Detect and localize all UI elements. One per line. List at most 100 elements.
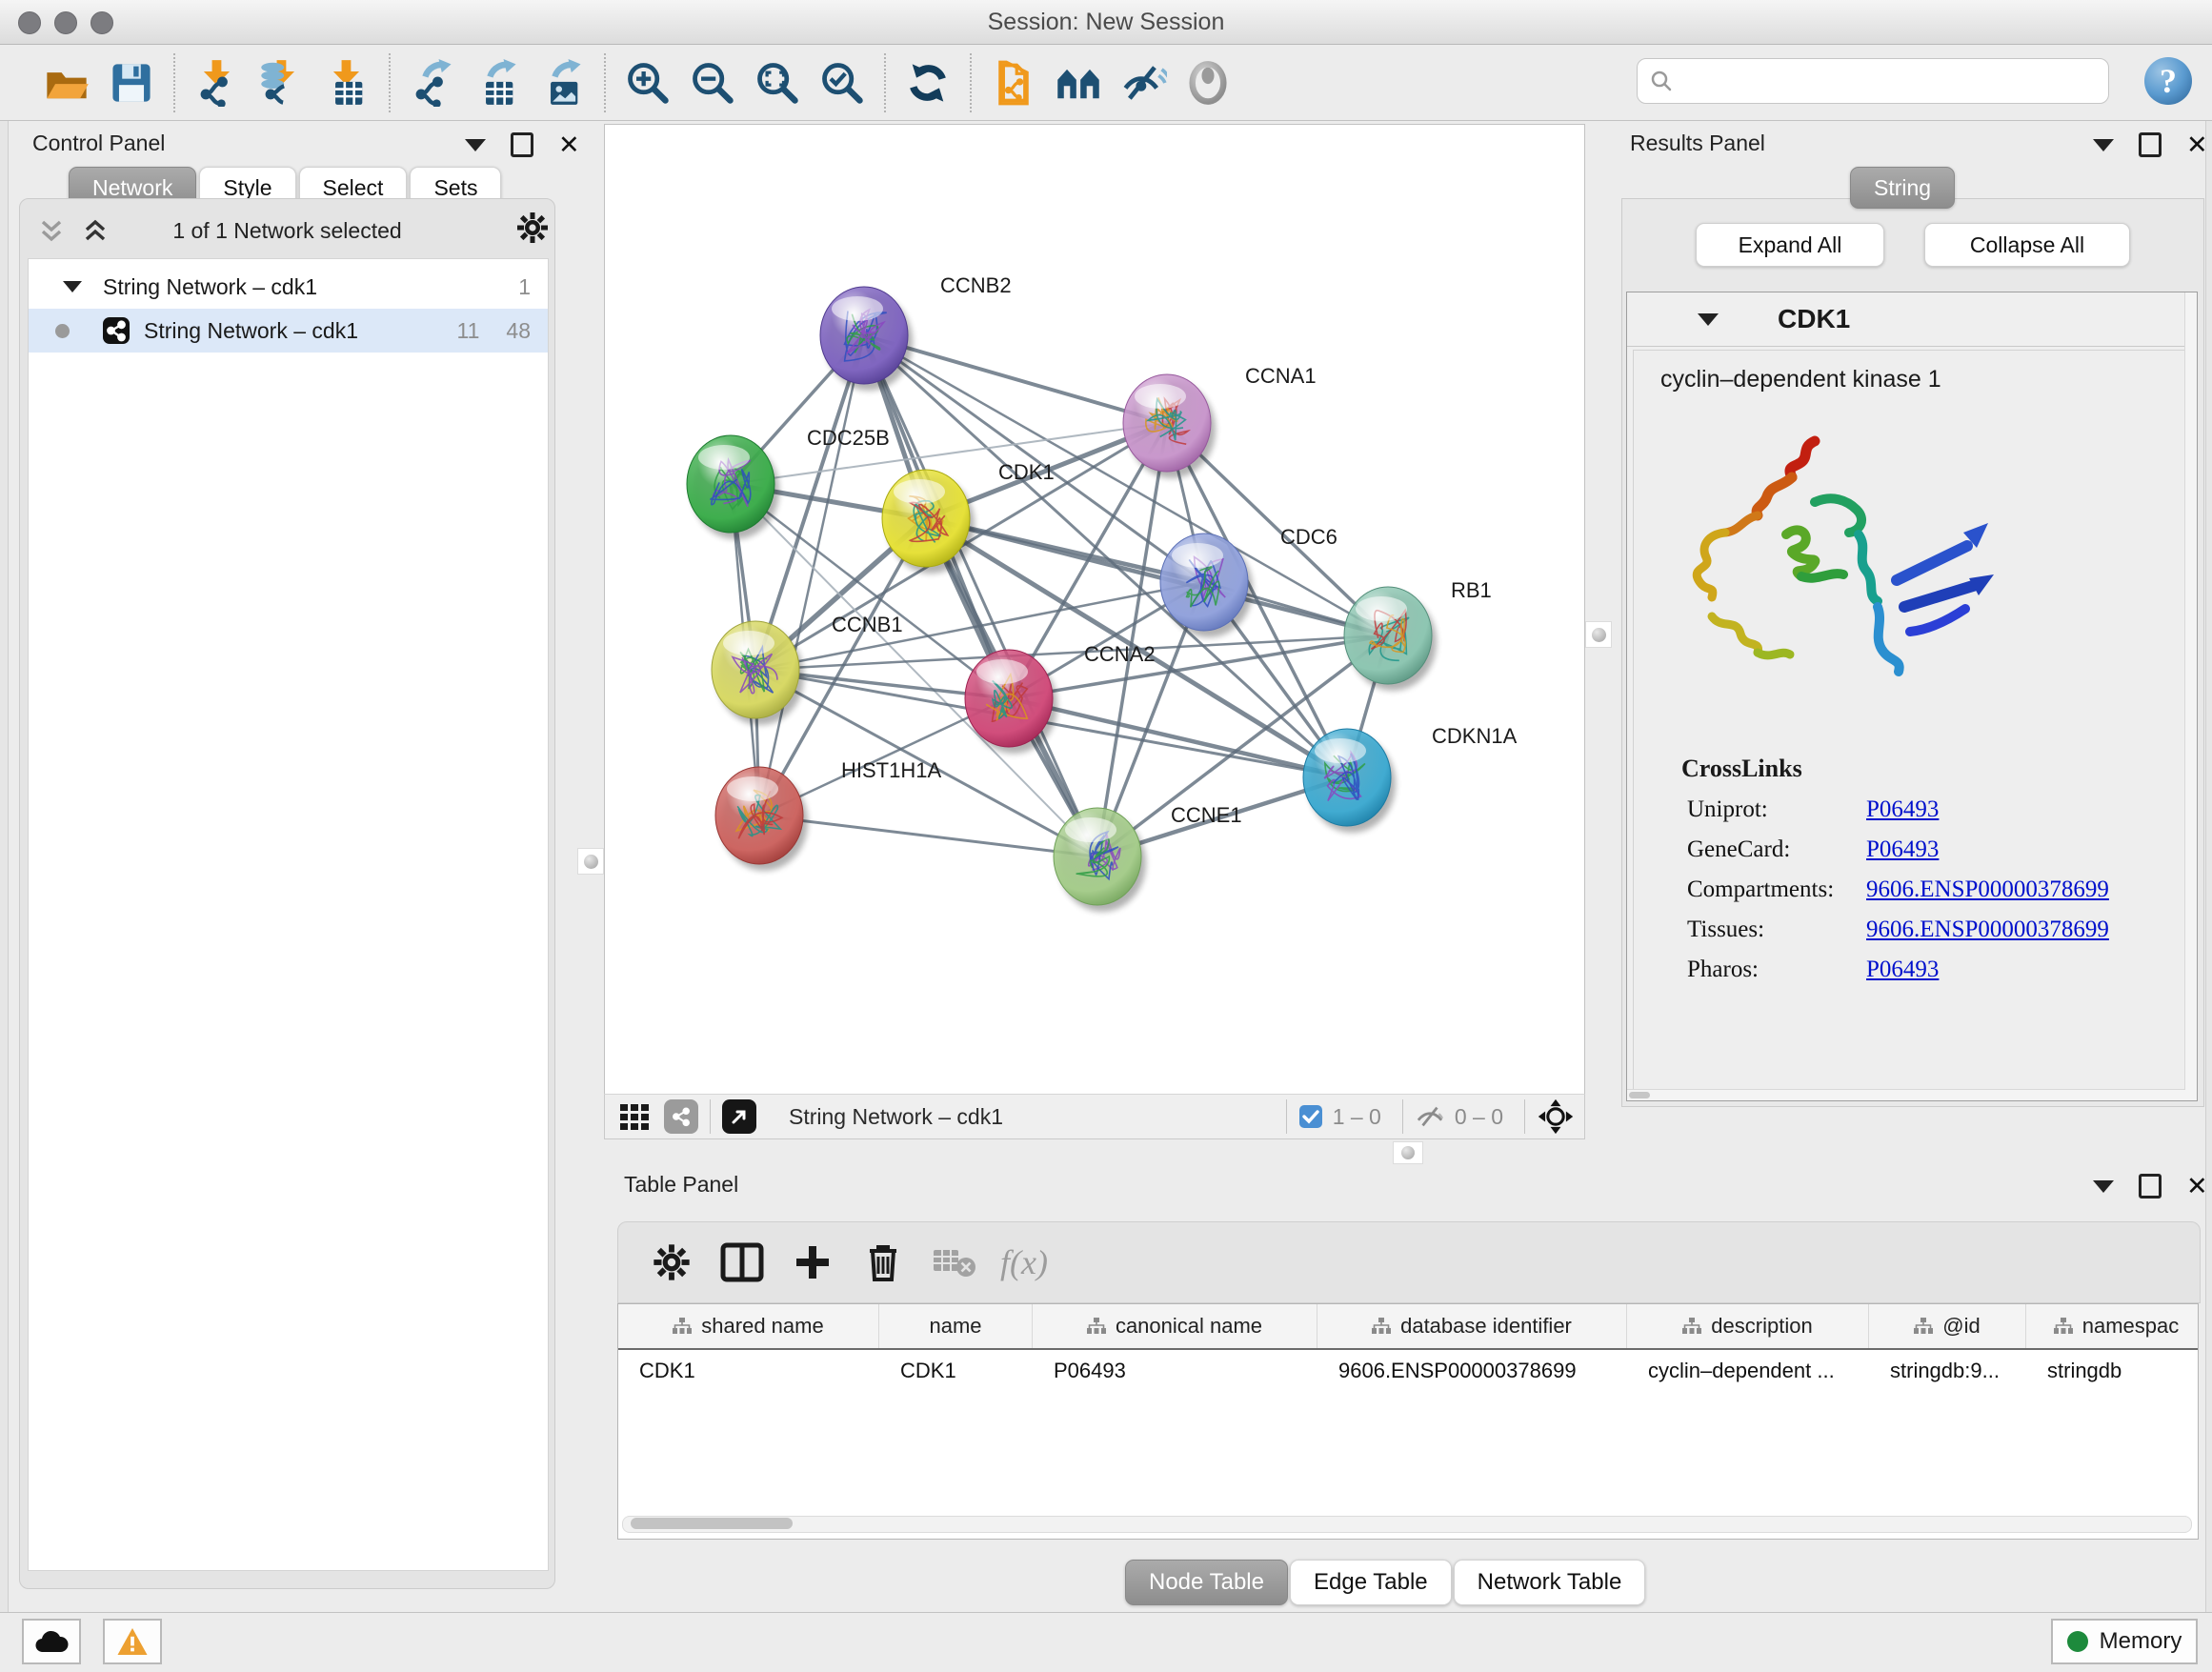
column-header-canonical-name[interactable]: canonical name (1033, 1304, 1317, 1348)
memory-button[interactable]: Memory (2051, 1619, 2198, 1664)
panel-menu-icon[interactable] (2093, 1180, 2114, 1193)
export-network-icon[interactable] (406, 56, 459, 110)
crosslink-link[interactable]: P06493 (1866, 957, 1939, 982)
show-columns-icon[interactable] (714, 1236, 771, 1289)
search-box[interactable] (1637, 58, 2109, 104)
cloud-button[interactable] (22, 1619, 81, 1664)
export-image-icon[interactable] (535, 56, 589, 110)
column-header-namespac[interactable]: namespac (2026, 1304, 2199, 1348)
crosslink-label: Pharos: (1687, 957, 1866, 983)
node-table[interactable]: shared namenamecanonical namedatabase id… (617, 1303, 2199, 1540)
hide-details-icon[interactable] (1116, 56, 1170, 110)
gene-entry-panel: CDK1 cyclin–dependent kinase 1 (1626, 292, 2198, 1101)
network-badge-icon[interactable] (664, 1099, 698, 1134)
zoom-out-icon[interactable] (686, 56, 739, 110)
refresh-icon[interactable] (901, 56, 955, 110)
network-node-ccnb1[interactable]: CCNB1 (712, 613, 903, 725)
network-node-cdk1[interactable]: CDK1 (882, 460, 1055, 574)
horizontal-splitter-handle[interactable] (1393, 1141, 1423, 1164)
panel-float-icon[interactable] (2139, 1174, 2162, 1199)
save-session-icon[interactable] (105, 56, 158, 110)
tab-string[interactable]: String (1850, 167, 1955, 209)
network-row[interactable]: String Network – cdk1 11 48 (29, 309, 548, 353)
string-results-box: Expand All Collapse All CDK1 cyclin–depe… (1621, 198, 2204, 1107)
column-header-name[interactable]: name (879, 1304, 1033, 1348)
tab-node-table[interactable]: Node Table (1125, 1560, 1288, 1605)
column-header--id[interactable]: @id (1869, 1304, 2026, 1348)
table-settings-gear-icon[interactable] (643, 1236, 700, 1289)
column-header-description[interactable]: description (1627, 1304, 1869, 1348)
panel-close-icon[interactable]: ✕ (2186, 1177, 2208, 1196)
panel-float-icon[interactable] (511, 132, 533, 157)
table-panel-controls: ✕ (2093, 1174, 2208, 1199)
zoom-fit-icon[interactable] (751, 56, 804, 110)
tab-edge-table[interactable]: Edge Table (1290, 1560, 1452, 1605)
main-toolbar: ? (0, 45, 2212, 121)
selected-checkbox-icon[interactable] (1298, 1104, 1323, 1129)
table-cell: CDK1 (618, 1350, 879, 1392)
results-hscrollbar[interactable] (1627, 1089, 2185, 1100)
collection-expander-icon[interactable] (63, 281, 82, 292)
gene-expander-icon[interactable] (1698, 313, 1719, 326)
collapse-all-button[interactable]: Collapse All (1924, 223, 2130, 267)
network-node-cdc6[interactable]: CDC6 (1160, 525, 1337, 637)
warning-button[interactable] (103, 1619, 162, 1664)
grid-view-icon[interactable] (618, 1100, 651, 1133)
open-in-window-icon[interactable] (722, 1099, 756, 1134)
crosslink-link[interactable]: P06493 (1866, 836, 1939, 862)
network-node-hist1h1a[interactable]: HIST1H1A (715, 758, 941, 871)
help-button[interactable]: ? (2142, 54, 2195, 112)
import-database-icon[interactable] (255, 56, 309, 110)
document-network-icon[interactable] (987, 56, 1040, 110)
import-table-icon[interactable] (320, 56, 373, 110)
node-label: CCNB2 (940, 273, 1012, 297)
panel-float-icon[interactable] (2139, 132, 2162, 157)
panel-close-icon[interactable]: ✕ (558, 135, 580, 154)
network-canvas[interactable]: CCNB2 CCNA1 CDC25B CDK1 CDC6 (604, 124, 1585, 1096)
expand-all-button[interactable]: Expand All (1696, 223, 1884, 267)
network-node-ccna1[interactable]: CCNA1 (1123, 364, 1317, 478)
selected-count: 1 – 0 (1333, 1104, 1381, 1130)
crosslink-link[interactable]: 9606.ENSP00000378699 (1866, 917, 2109, 942)
import-network-icon[interactable] (191, 56, 244, 110)
table-cell: cyclin–dependent ... (1627, 1350, 1869, 1392)
network-collection-row[interactable]: String Network – cdk1 1 (29, 265, 548, 309)
tab-network-table[interactable]: Network Table (1454, 1560, 1646, 1605)
crosslink-row: Tissues:9606.ENSP00000378699 (1687, 917, 2190, 943)
table-panel-title: Table Panel (624, 1172, 738, 1198)
search-input[interactable] (1674, 68, 2097, 94)
column-header-database-identifier[interactable]: database identifier (1317, 1304, 1627, 1348)
memory-label: Memory (2100, 1628, 2182, 1655)
hidden-eye-icon[interactable] (1415, 1103, 1445, 1130)
crosslink-link[interactable]: P06493 (1866, 796, 1939, 822)
network-options-gear-icon[interactable] (515, 211, 550, 245)
add-column-icon[interactable] (784, 1236, 841, 1289)
delete-column-icon[interactable] (855, 1236, 912, 1289)
panel-menu-icon[interactable] (465, 139, 486, 151)
network-node-cdc25b[interactable]: CDC25B (687, 426, 890, 539)
panel-close-icon[interactable]: ✕ (2186, 135, 2208, 154)
right-splitter-handle[interactable] (1585, 621, 1612, 648)
hidden-count: 0 – 0 (1455, 1104, 1503, 1130)
table-cell: CDK1 (879, 1350, 1033, 1392)
cloud-icon (34, 1629, 69, 1654)
function-builder-button[interactable]: f(x) (995, 1236, 1053, 1289)
overview-icon[interactable] (1052, 56, 1105, 110)
fit-content-icon[interactable] (1537, 1098, 1575, 1136)
left-splitter-handle[interactable] (577, 848, 604, 875)
network-node-rb1[interactable]: RB1 (1344, 578, 1492, 691)
open-session-icon[interactable] (40, 56, 93, 110)
table-row[interactable]: CDK1CDK1P064939606.ENSP00000378699cyclin… (618, 1350, 2198, 1392)
show-details-icon[interactable] (1181, 56, 1235, 110)
network-share-icon (102, 316, 131, 345)
table-hscrollbar[interactable] (622, 1516, 2192, 1533)
results-vscrollbar[interactable] (2184, 292, 2197, 1100)
network-node-cdkn1a[interactable]: CDKN1A (1303, 724, 1518, 833)
crosslink-link[interactable]: 9606.ENSP00000378699 (1866, 876, 2109, 902)
memory-status-dot (2067, 1631, 2088, 1652)
export-table-icon[interactable] (471, 56, 524, 110)
panel-menu-icon[interactable] (2093, 139, 2114, 151)
zoom-in-icon[interactable] (621, 56, 674, 110)
column-header-shared-name[interactable]: shared name (618, 1304, 879, 1348)
zoom-selected-icon[interactable] (815, 56, 869, 110)
